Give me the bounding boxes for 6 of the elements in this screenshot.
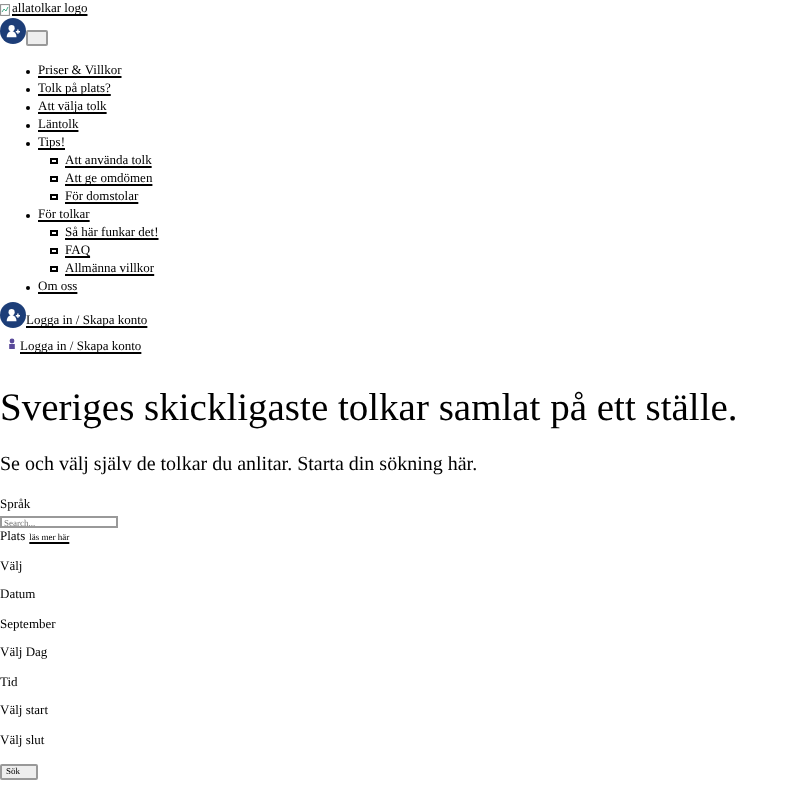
hero-subtitle: Se och välj själv de tolkar du anlitar. Starta din sökning här. — [0, 454, 480, 478]
user-icon[interactable] — [0, 18, 26, 44]
person-icon — [8, 338, 16, 350]
hero-title: Sveriges skickligaste tolkar samlat på ett ställe. — [0, 388, 740, 432]
menu-toggle-button[interactable] — [26, 30, 48, 46]
user-icon[interactable] — [0, 302, 26, 328]
